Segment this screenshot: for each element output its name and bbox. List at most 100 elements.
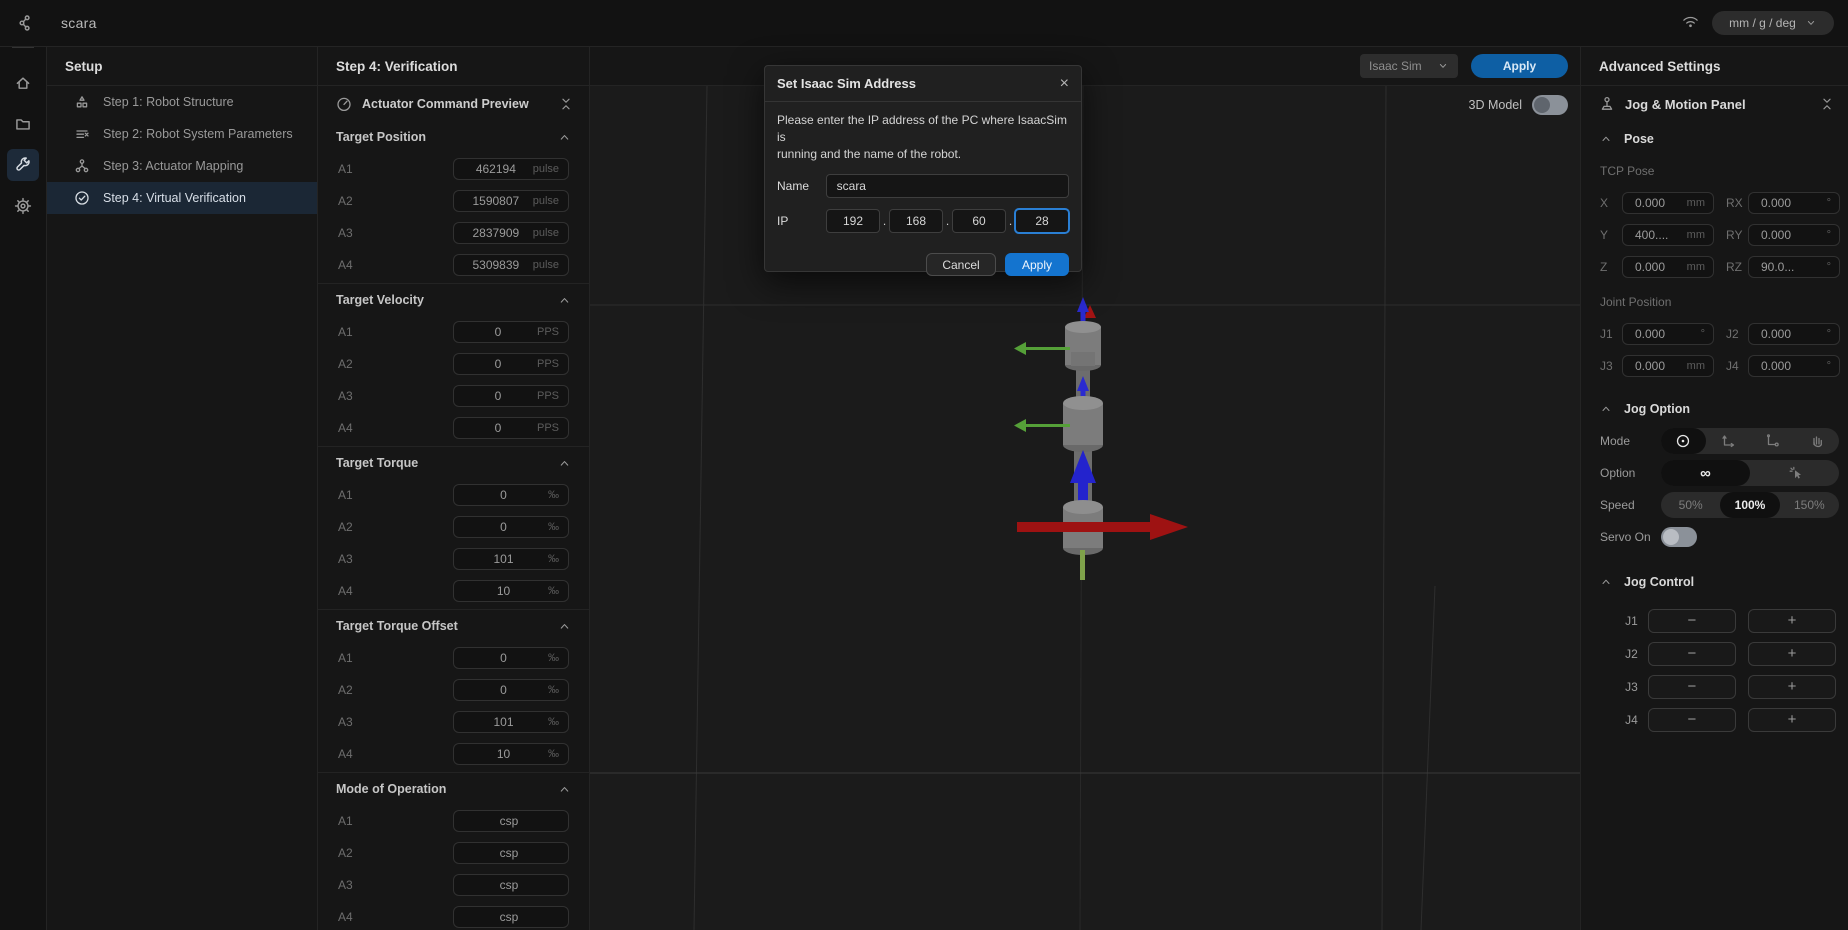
value-field[interactable]: 2837909pulse: [453, 222, 569, 244]
value-field[interactable]: 0PPS: [453, 353, 569, 375]
collapse-icon[interactable]: [1820, 97, 1834, 111]
ip-octet-2-input[interactable]: [889, 209, 943, 233]
value-field[interactable]: 0PPS: [453, 417, 569, 439]
actuator-row: A1csp: [318, 805, 589, 837]
cancel-button[interactable]: Cancel: [926, 253, 996, 276]
chevron-up-icon: [558, 294, 571, 307]
sidebar-item-step-3[interactable]: Step 3: Actuator Mapping: [47, 150, 317, 182]
value-field[interactable]: 462194pulse: [453, 158, 569, 180]
actuator-row: A1462194pulse: [318, 153, 589, 185]
actuator-row: A32837909pulse: [318, 217, 589, 249]
value-field[interactable]: csp: [453, 810, 569, 832]
pose-field[interactable]: 90.0...°: [1748, 256, 1840, 278]
speed-50-button[interactable]: 50%: [1661, 492, 1720, 518]
actuator-row: A3101‰: [318, 706, 589, 738]
toggle-knob: [1663, 529, 1679, 545]
ip-octet-3-input[interactable]: [952, 209, 1006, 233]
3d-scene[interactable]: [590, 86, 1580, 930]
value-field[interactable]: 0‰: [453, 516, 569, 538]
actuator-row: A410‰: [318, 738, 589, 770]
value-field[interactable]: 1590807pulse: [453, 190, 569, 212]
option-continuous-button[interactable]: ∞: [1661, 460, 1750, 486]
value-field[interactable]: 101‰: [453, 711, 569, 733]
value-field[interactable]: 0‰: [453, 484, 569, 506]
section-header[interactable]: Target Torque Offset: [318, 610, 589, 642]
speed-150-button[interactable]: 150%: [1780, 492, 1839, 518]
chevron-up-icon: [558, 783, 571, 796]
pose-field[interactable]: 400....mm: [1622, 224, 1714, 246]
sim-apply-button[interactable]: Apply: [1471, 54, 1568, 78]
speed-100-button[interactable]: 100%: [1720, 492, 1779, 518]
joint-field[interactable]: 0.000mm: [1622, 355, 1714, 377]
ip-octet-4-input[interactable]: [1015, 209, 1069, 233]
section-target-torque: Target Torque A10‰ A20‰ A3101‰ A410‰: [318, 446, 589, 609]
advanced-settings-title: Advanced Settings: [1581, 47, 1848, 86]
jog-control-row-j2: J2 − +: [1581, 637, 1848, 670]
robot-name-input[interactable]: [826, 174, 1069, 198]
value-field[interactable]: 0PPS: [453, 321, 569, 343]
model-toggle[interactable]: [1532, 95, 1568, 115]
sidebar-item-step-4[interactable]: Step 4: Virtual Verification: [47, 182, 317, 214]
pose-section-header[interactable]: Pose: [1581, 122, 1848, 155]
setup-wrench-icon[interactable]: [7, 149, 39, 181]
jog-option-section-header[interactable]: Jog Option: [1581, 392, 1848, 425]
sidebar-item-step-1[interactable]: Step 1: Robot Structure: [47, 86, 317, 118]
value-field[interactable]: csp: [453, 842, 569, 864]
settings-gear-icon[interactable]: [7, 190, 39, 222]
servo-toggle[interactable]: [1661, 527, 1697, 547]
tcp-pose-label: TCP Pose: [1581, 155, 1848, 187]
j1-minus-button[interactable]: −: [1648, 609, 1736, 633]
section-header[interactable]: Target Torque: [318, 447, 589, 479]
value-field[interactable]: 0PPS: [453, 385, 569, 407]
sim-target-selector[interactable]: Isaac Sim: [1360, 54, 1458, 78]
j2-minus-button[interactable]: −: [1648, 642, 1736, 666]
value-field[interactable]: 5309839pulse: [453, 254, 569, 276]
j1-plus-button[interactable]: +: [1748, 609, 1836, 633]
sidebar-item-step-2[interactable]: Step 2: Robot System Parameters: [47, 118, 317, 150]
pose-field[interactable]: 0.000mm: [1622, 192, 1714, 214]
section-header[interactable]: Target Velocity: [318, 284, 589, 316]
axes-dot-icon: [1764, 433, 1780, 449]
j2-plus-button[interactable]: +: [1748, 642, 1836, 666]
collapse-icon[interactable]: [559, 97, 573, 111]
mode-tool-button[interactable]: [1750, 428, 1795, 454]
option-step-button[interactable]: [1750, 460, 1839, 486]
jog-option-row: Option ∞: [1581, 457, 1848, 489]
section-header[interactable]: Mode of Operation: [318, 773, 589, 805]
value-field[interactable]: csp: [453, 906, 569, 928]
actuator-row: A4csp: [318, 901, 589, 930]
tcp-row-y: Y 400....mm RY 0.000°: [1581, 219, 1848, 251]
value-field[interactable]: 101‰: [453, 548, 569, 570]
value-field[interactable]: 10‰: [453, 743, 569, 765]
j4-plus-button[interactable]: +: [1748, 708, 1836, 732]
ip-octet-1-input[interactable]: [826, 209, 880, 233]
joint-field[interactable]: 0.000°: [1748, 355, 1840, 377]
j3-plus-button[interactable]: +: [1748, 675, 1836, 699]
value-field[interactable]: 0‰: [453, 679, 569, 701]
jog-control-section-header[interactable]: Jog Control: [1581, 565, 1848, 598]
projects-folder-icon[interactable]: [7, 108, 39, 140]
mode-hand-button[interactable]: [1795, 428, 1840, 454]
home-icon[interactable]: [7, 67, 39, 99]
section-header[interactable]: Target Position: [318, 121, 589, 153]
value-field[interactable]: 0‰: [453, 647, 569, 669]
hand-icon: [1809, 433, 1825, 449]
name-row: Name: [777, 174, 1069, 198]
units-selector[interactable]: mm / g / deg: [1712, 11, 1834, 35]
mode-joint-button[interactable]: [1661, 428, 1706, 454]
joint-field[interactable]: 0.000°: [1748, 323, 1840, 345]
name-label: Name: [777, 179, 826, 193]
pose-field[interactable]: 0.000°: [1748, 192, 1840, 214]
actuator-row: A10PPS: [318, 316, 589, 348]
pose-field[interactable]: 0.000mm: [1622, 256, 1714, 278]
value-field[interactable]: 10‰: [453, 580, 569, 602]
pose-field[interactable]: 0.000°: [1748, 224, 1840, 246]
mode-axis-button[interactable]: [1706, 428, 1751, 454]
j4-minus-button[interactable]: −: [1648, 708, 1736, 732]
joint-row-1: J1 0.000° J2 0.000°: [1581, 318, 1848, 350]
apply-button[interactable]: Apply: [1005, 253, 1069, 276]
close-icon[interactable]: ×: [1060, 76, 1069, 92]
j3-minus-button[interactable]: −: [1648, 675, 1736, 699]
joint-field[interactable]: 0.000°: [1622, 323, 1714, 345]
value-field[interactable]: csp: [453, 874, 569, 896]
